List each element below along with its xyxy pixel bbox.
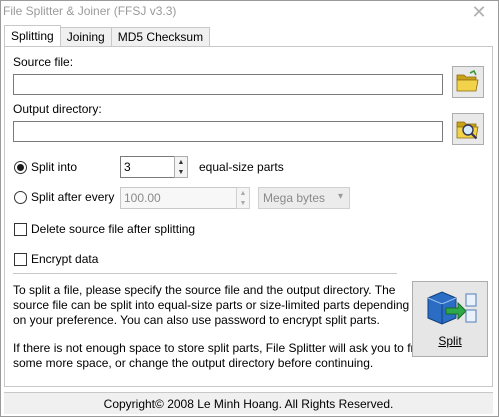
app-window: File Splitter & Joiner (FFSJ v3.3) ✕ Spl… [0, 0, 499, 417]
size-unit-value: Mega bytes [263, 191, 326, 205]
delete-source-checkbox[interactable] [14, 223, 27, 236]
stepper-down-icon[interactable]: ▼ [237, 198, 249, 208]
copyright-text: Copyright© 2008 Le Minh Hoang. All Right… [103, 397, 394, 411]
instruction-line: If there is not enough space to store sp… [13, 341, 428, 355]
tab-joining[interactable]: Joining [59, 27, 112, 46]
close-icon[interactable]: ✕ [460, 1, 498, 23]
instructions-paragraph-1: To split a file, please specify the sour… [13, 283, 409, 328]
source-file-label: Source file: [13, 55, 74, 69]
split-size-stepper[interactable]: 100.00 ▲ ▼ [120, 187, 250, 209]
title-bar: File Splitter & Joiner (FFSJ v3.3) ✕ [1, 1, 498, 25]
instruction-line: To split a file, please specify the sour… [13, 283, 396, 297]
source-file-input[interactable] [13, 74, 443, 95]
stepper-up-icon[interactable]: ▲ [237, 188, 249, 198]
delete-source-label: Delete source file after splitting [31, 222, 196, 236]
split-size-arrows[interactable]: ▲ ▼ [236, 187, 250, 209]
status-footer: Copyright© 2008 Le Minh Hoang. All Right… [4, 392, 493, 414]
instruction-line: some more space, or change the output di… [13, 356, 374, 370]
output-directory-input[interactable] [13, 121, 443, 142]
split-button-label: Split [413, 334, 487, 348]
divider [13, 273, 397, 274]
folder-search-icon [456, 121, 479, 140]
tab-strip: Splitting Joining MD5 Checksum [4, 25, 211, 47]
split-after-every-label: Split after every [31, 190, 115, 204]
stepper-down-icon[interactable]: ▼ [175, 167, 187, 177]
split-button[interactable]: Split [412, 281, 488, 357]
chevron-down-icon: ▾ [337, 191, 343, 202]
split-button-text: Split [438, 334, 462, 348]
splitting-panel: Source file: Output directory: Split int… [4, 46, 493, 387]
equal-size-parts-label: equal-size parts [199, 160, 284, 174]
window-title: File Splitter & Joiner (FFSJ v3.3) [3, 4, 177, 18]
split-after-every-radio[interactable] [14, 191, 27, 204]
tab-splitting[interactable]: Splitting [4, 25, 61, 46]
browse-source-button[interactable] [452, 66, 484, 98]
encrypt-data-label: Encrypt data [31, 252, 99, 266]
split-size-value: 100.00 [124, 191, 161, 205]
output-directory-label: Output directory: [13, 102, 102, 116]
browse-output-button[interactable] [452, 113, 484, 145]
split-parts-value: 3 [124, 160, 131, 174]
folder-open-icon [456, 70, 479, 92]
instruction-line: on your preference. You can also use pas… [13, 313, 380, 327]
split-into-radio[interactable] [14, 161, 27, 174]
split-parts-stepper[interactable]: 3 ▲ ▼ [120, 156, 188, 178]
instructions-paragraph-2: If there is not enough space to store sp… [13, 341, 428, 371]
split-into-label: Split into [31, 160, 78, 174]
size-unit-select[interactable]: Mega bytes ▾ [258, 187, 350, 209]
stepper-up-icon[interactable]: ▲ [175, 157, 187, 167]
tab-md5-checksum[interactable]: MD5 Checksum [110, 27, 211, 46]
encrypt-data-checkbox[interactable] [14, 253, 27, 266]
split-parts-arrows[interactable]: ▲ ▼ [174, 156, 188, 178]
split-files-icon [427, 291, 477, 325]
instruction-line: source file can be split into equal-size… [13, 298, 410, 312]
